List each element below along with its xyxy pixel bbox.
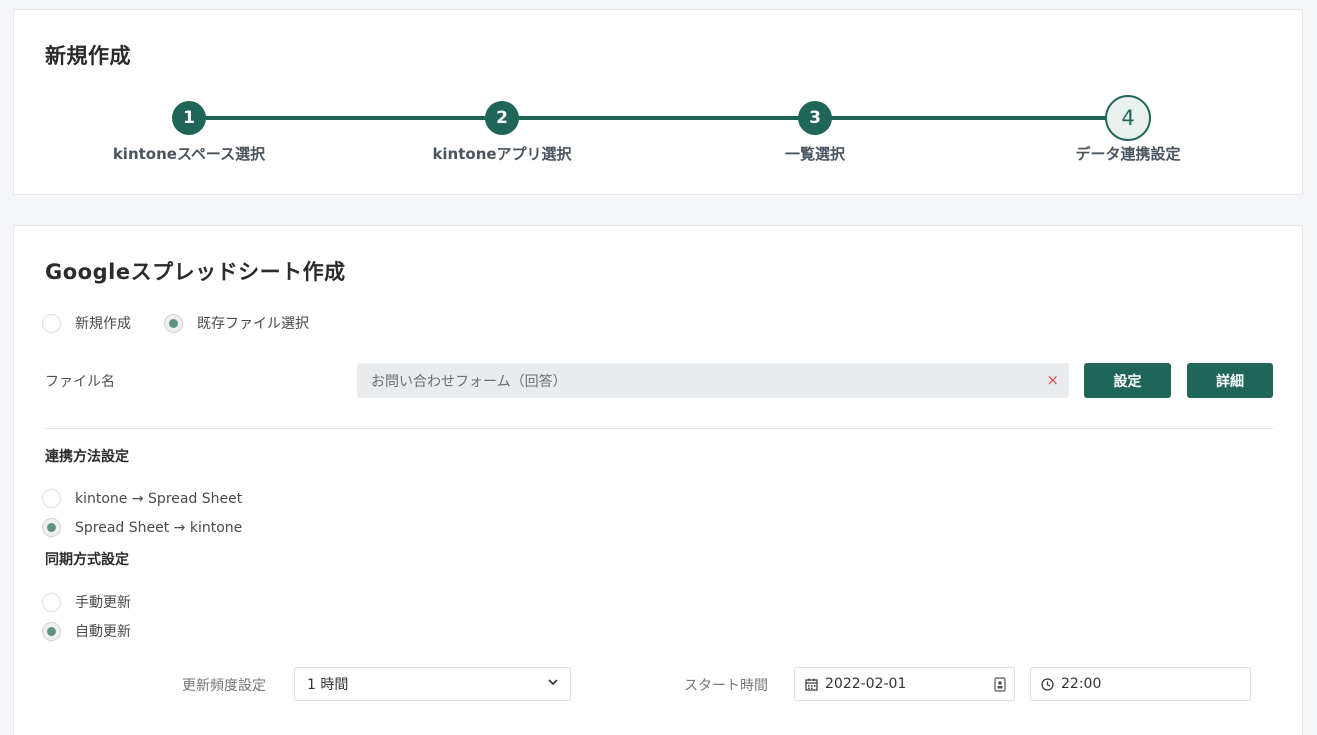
link-sheet-to-kintone-radio[interactable] [42, 518, 61, 537]
frequency-value: 1 時間 [307, 677, 349, 693]
detail-button[interactable]: 詳細 [1187, 363, 1273, 398]
sync-method-label: 同期方式設定 [45, 552, 129, 568]
link-sheet-to-kintone-label: Spread Sheet → kintone [75, 519, 243, 536]
mode-existing-radio[interactable] [164, 313, 183, 333]
start-date-value: 2022-02-01 [825, 676, 907, 692]
spreadsheet-card: Googleスプレッドシート作成 新規作成 既存ファイル選択 ファイル名 お問い… [13, 225, 1303, 735]
mode-new-option[interactable]: 新規作成 [42, 313, 131, 333]
step-4-label: データ連携設定 [1075, 145, 1181, 163]
link-kintone-to-sheet-label: kintone → Spread Sheet [75, 490, 243, 507]
date-picker-icon[interactable] [994, 677, 1006, 692]
step-3-circle[interactable]: 3 [798, 101, 832, 135]
link-sheet-to-kintone-option[interactable]: Spread Sheet → kintone [42, 518, 242, 537]
file-name-label: ファイル名 [45, 374, 115, 390]
progress-card: 新規作成 1 kintoneスペース選択 2 kintoneアプリ選択 3 一覧… [13, 9, 1303, 195]
calendar-icon [805, 678, 818, 691]
divider [45, 428, 1273, 429]
sync-manual-radio[interactable] [42, 592, 61, 612]
section-title: Googleスプレッドシート作成 [45, 260, 346, 284]
sync-auto-option[interactable]: 自動更新 [42, 621, 131, 641]
frequency-select[interactable]: 1 時間 [294, 667, 571, 701]
step-2-circle[interactable]: 2 [485, 101, 519, 135]
clear-icon[interactable]: × [1046, 371, 1059, 389]
link-kintone-to-sheet-option[interactable]: kintone → Spread Sheet [42, 489, 242, 508]
stepper-line [189, 116, 1127, 120]
file-name-value: お問い合わせフォーム（回答） [371, 373, 567, 390]
start-time-input[interactable]: 22:00 [1030, 667, 1251, 701]
link-kintone-to-sheet-radio[interactable] [42, 489, 61, 508]
step-2-label: kintoneアプリ選択 [432, 145, 572, 163]
step-3-label: 一覧選択 [784, 145, 846, 163]
start-date-input[interactable]: 2022-02-01 [794, 667, 1015, 701]
frequency-label: 更新頻度設定 [182, 678, 266, 694]
step-4-circle[interactable]: 4 [1105, 95, 1151, 141]
link-method-label: 連携方法設定 [45, 449, 129, 465]
step-1-label: kintoneスペース選択 [112, 145, 266, 163]
chevron-down-icon [548, 679, 558, 686]
sync-manual-label: 手動更新 [75, 595, 131, 611]
sync-manual-option[interactable]: 手動更新 [42, 592, 131, 612]
set-button[interactable]: 設定 [1084, 363, 1171, 398]
mode-new-radio[interactable] [42, 313, 61, 333]
stepper: 1 kintoneスペース選択 2 kintoneアプリ選択 3 一覧選択 4 … [14, 10, 1304, 196]
start-time-value: 22:00 [1061, 676, 1102, 692]
mode-existing-label: 既存ファイル選択 [197, 316, 309, 332]
start-time-label: スタート時間 [684, 678, 768, 694]
sync-auto-label: 自動更新 [75, 624, 131, 640]
mode-new-label: 新規作成 [75, 316, 131, 332]
sync-auto-radio[interactable] [42, 621, 61, 641]
file-name-field[interactable]: お問い合わせフォーム（回答） × [357, 363, 1069, 398]
mode-existing-option[interactable]: 既存ファイル選択 [164, 313, 309, 333]
step-1-circle[interactable]: 1 [172, 101, 206, 135]
clock-icon [1041, 678, 1054, 691]
